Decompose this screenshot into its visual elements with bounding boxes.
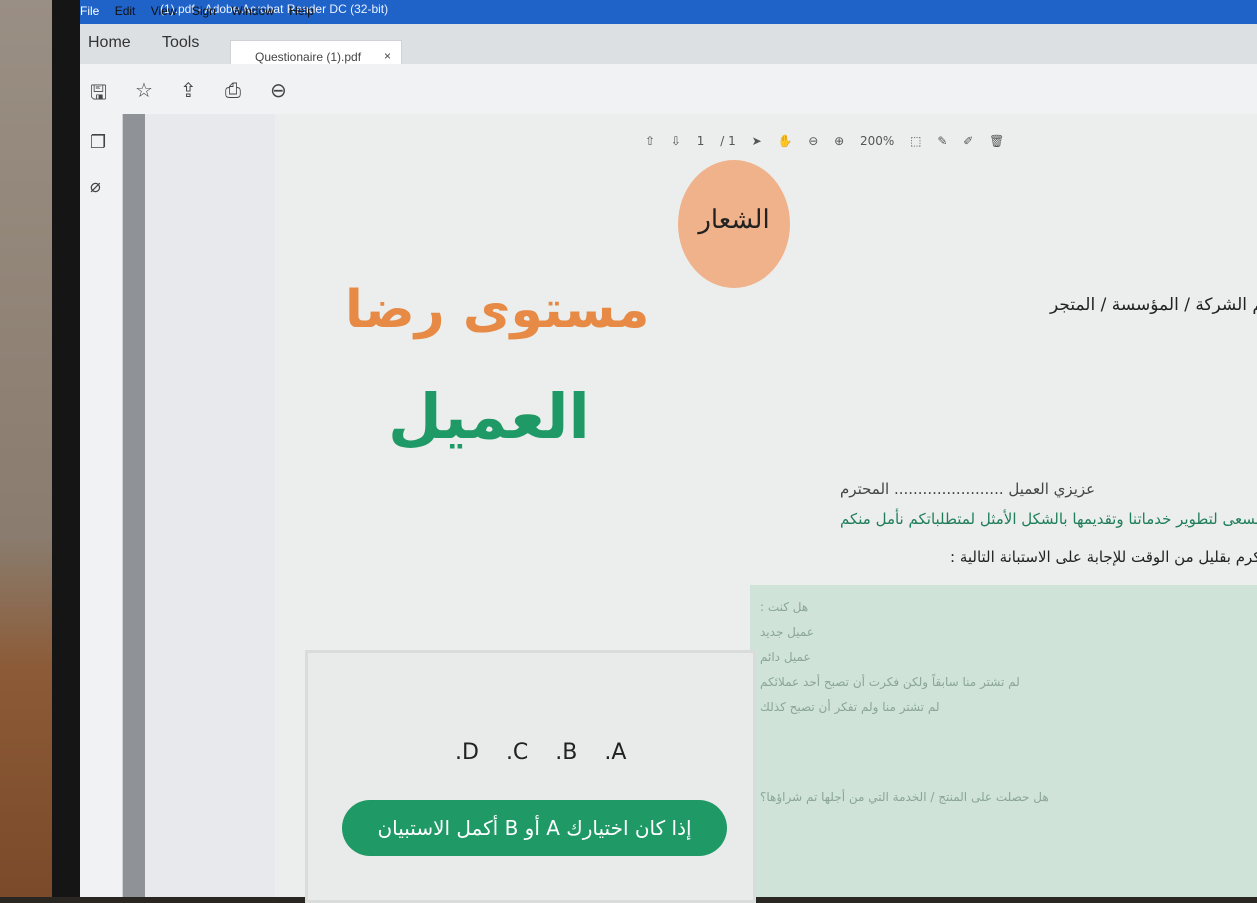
question-line: هل كنت : bbox=[760, 600, 809, 614]
desk-background bbox=[0, 0, 60, 897]
save-icon[interactable]: 🖫 bbox=[90, 78, 107, 112]
logo-placeholder: الشعار bbox=[678, 160, 790, 288]
menu-file[interactable]: File bbox=[80, 4, 99, 18]
highlight-icon[interactable]: ✐ bbox=[963, 134, 973, 148]
zoom-in-icon[interactable]: ⊕ bbox=[834, 134, 844, 148]
option-a[interactable]: .A bbox=[604, 740, 626, 765]
option-b[interactable]: .B bbox=[555, 740, 577, 765]
answer-box bbox=[305, 650, 756, 903]
menu-help[interactable]: Help bbox=[289, 4, 314, 18]
question-line: عميل دائم bbox=[760, 650, 811, 664]
panel-divider bbox=[123, 114, 145, 897]
hand-tool-icon[interactable]: ✋ bbox=[777, 134, 792, 148]
zoom-level-select[interactable]: 200% bbox=[860, 134, 894, 148]
menu-bar: File Edit View Sign Window Help bbox=[80, 4, 326, 18]
question-line: لم تشتر منا سابقاً ولكن فكرت أن تصبح أحد… bbox=[760, 675, 1020, 689]
title-line-1: مستوى رضا bbox=[345, 280, 650, 340]
menu-view[interactable]: View bbox=[151, 4, 177, 18]
option-c[interactable]: .C bbox=[506, 740, 528, 765]
main-toolbar: 🖫 ☆ ⇪ ⎙ ⊖ bbox=[80, 64, 1257, 115]
close-tab-icon[interactable]: × bbox=[384, 49, 391, 63]
menu-sign[interactable]: Sign bbox=[192, 4, 216, 18]
menu-edit[interactable]: Edit bbox=[115, 4, 136, 18]
menu-window[interactable]: Window bbox=[231, 4, 274, 18]
question-line: عميل جديد bbox=[760, 625, 814, 639]
document-tab-label: Questionaire (1).pdf bbox=[255, 50, 362, 64]
question-2: هل حصلت على المنتج / الخدمة التي من أجله… bbox=[760, 790, 1049, 804]
page-down-icon[interactable]: ⇩ bbox=[671, 134, 681, 148]
intro-line-1: نسعى لتطوير خدماتنا وتقديمها بالشكل الأم… bbox=[840, 510, 1257, 528]
monitor-bezel bbox=[52, 0, 82, 897]
greeting-line: عزيزي العميل ....................... الم… bbox=[840, 480, 1096, 498]
intro-line-2: التكرم بقليل من الوقت للإجابة على الاستب… bbox=[950, 548, 1257, 566]
question-panel bbox=[750, 585, 1257, 897]
instruction-pill: إذا كان اختيارك A أو B أكمل الاستبيان bbox=[342, 800, 727, 856]
tab-tools[interactable]: Tools bbox=[162, 34, 199, 52]
comment-icon[interactable]: ✎ bbox=[937, 134, 947, 148]
delete-icon[interactable]: 🗑 bbox=[989, 134, 1004, 148]
attachment-icon[interactable]: ⌀ bbox=[90, 176, 101, 197]
zoom-search-icon[interactable]: ⊖ bbox=[270, 78, 287, 102]
print-icon[interactable]: ⎙ bbox=[225, 78, 241, 102]
title-line-2: العميل bbox=[388, 380, 590, 453]
company-label: اسم الشركة / المؤسسة / المتجر bbox=[1050, 295, 1257, 315]
view-toolbar: ⇧ ⇩ 1 / 1 ➤ ✋ ⊖ ⊕ 200% ⬚ ✎ ✐ 🗑 bbox=[645, 134, 1016, 148]
tab-home[interactable]: Home bbox=[88, 34, 131, 52]
pages-icon[interactable]: ❐ bbox=[90, 132, 106, 153]
left-rail: ❐ ⌀ ◂ bbox=[80, 114, 135, 897]
upload-cloud-icon[interactable]: ⇪ bbox=[180, 78, 197, 102]
question-line: لم تشتر منا ولم تفكر أن تصبح كذلك bbox=[760, 700, 940, 714]
page-number-input[interactable]: 1 bbox=[697, 134, 705, 148]
fit-page-icon[interactable]: ⬚ bbox=[910, 134, 921, 148]
options-row: .D .C .B .A bbox=[455, 740, 646, 765]
select-cursor-icon[interactable]: ➤ bbox=[752, 134, 762, 148]
zoom-out-icon[interactable]: ⊖ bbox=[808, 134, 818, 148]
page-up-icon[interactable]: ⇧ bbox=[645, 134, 655, 148]
option-d[interactable]: .D bbox=[455, 740, 479, 765]
star-icon[interactable]: ☆ bbox=[135, 78, 153, 102]
page-total: / 1 bbox=[720, 134, 736, 148]
